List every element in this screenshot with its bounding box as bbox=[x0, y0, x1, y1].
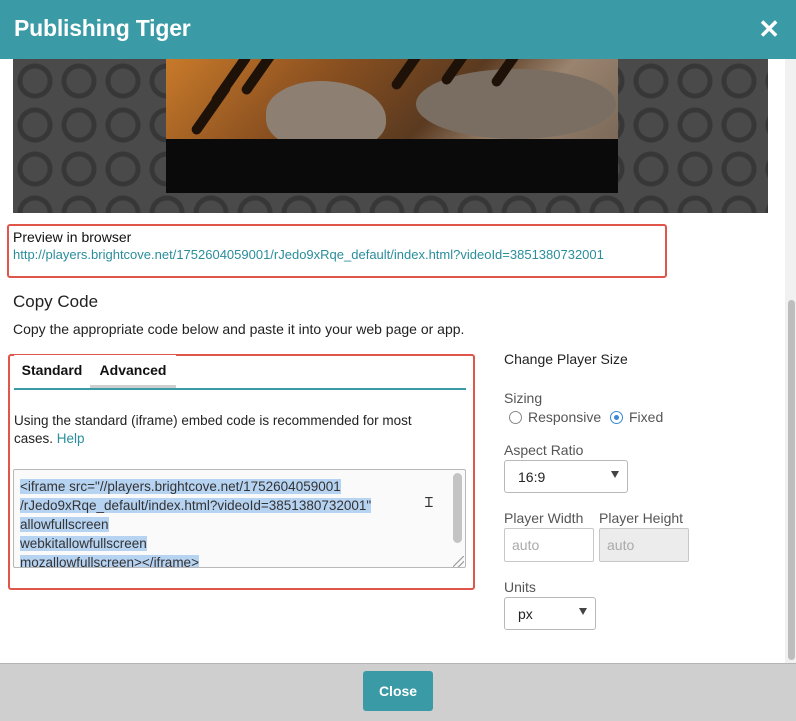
sizing-label: Sizing bbox=[504, 390, 543, 406]
embed-code-text: <iframe src="//players.brightcove.net/17… bbox=[20, 477, 450, 568]
player-width-input[interactable]: auto bbox=[504, 528, 594, 562]
radio-fixed-label[interactable]: Fixed bbox=[629, 409, 663, 425]
player-height-input: auto bbox=[599, 528, 689, 562]
code-scrollbar[interactable] bbox=[453, 473, 462, 543]
tab-active-line bbox=[14, 388, 466, 390]
copy-code-description: Copy the appropriate code below and past… bbox=[13, 321, 465, 337]
dialog-scrollbar-thumb[interactable] bbox=[788, 300, 795, 660]
change-player-size-title: Change Player Size bbox=[504, 351, 628, 367]
embed-code-textarea[interactable]: <iframe src="//players.brightcove.net/17… bbox=[13, 469, 466, 568]
aspect-ratio-value: 16:9 bbox=[518, 469, 546, 485]
code-line: allowfullscreen bbox=[20, 517, 109, 532]
code-line: mozallowfullscreen></iframe> bbox=[20, 555, 199, 568]
video-preview-area bbox=[13, 59, 768, 213]
video-letterbox bbox=[166, 139, 618, 193]
preview-label: Preview in browser bbox=[13, 229, 132, 245]
code-line: webkitallowfullscreen bbox=[20, 536, 147, 551]
radio-responsive[interactable] bbox=[509, 411, 522, 424]
radio-responsive-label[interactable]: Responsive bbox=[528, 409, 601, 425]
units-label: Units bbox=[504, 579, 536, 595]
aspect-ratio-label: Aspect Ratio bbox=[504, 442, 584, 458]
code-line: /rJedo9xRqe_default/index.html?videoId=3… bbox=[20, 498, 372, 513]
help-link[interactable]: Help bbox=[57, 431, 85, 446]
copy-code-heading: Copy Code bbox=[13, 292, 99, 311]
radio-fixed[interactable] bbox=[610, 411, 623, 424]
dialog-title: Publishing Tiger bbox=[14, 15, 191, 41]
close-button[interactable]: Close bbox=[363, 671, 433, 711]
tab-standard[interactable]: Standard bbox=[14, 355, 90, 388]
units-value: px bbox=[518, 606, 533, 622]
standard-embed-description: Using the standard (iframe) embed code i… bbox=[14, 412, 454, 448]
embed-tabs: Standard Advanced bbox=[14, 355, 466, 393]
dialog-header: Publishing Tiger ✕ bbox=[0, 0, 796, 59]
player-height-label: Player Height bbox=[599, 510, 684, 526]
units-select[interactable]: px bbox=[504, 597, 596, 630]
resize-grip-icon[interactable] bbox=[453, 556, 464, 567]
chevron-down-icon bbox=[579, 608, 587, 615]
player-width-label: Player Width bbox=[504, 510, 584, 526]
tab-advanced[interactable]: Advanced bbox=[90, 355, 176, 388]
aspect-ratio-select[interactable]: 16:9 bbox=[504, 460, 628, 493]
text-cursor-icon: Ɪ bbox=[425, 494, 433, 510]
preview-url-link[interactable]: http://players.brightcove.net/1752604059… bbox=[13, 247, 604, 262]
code-line: <iframe src="//players.brightcove.net/17… bbox=[20, 479, 341, 494]
chevron-down-icon bbox=[611, 471, 619, 478]
close-icon[interactable]: ✕ bbox=[758, 14, 780, 44]
